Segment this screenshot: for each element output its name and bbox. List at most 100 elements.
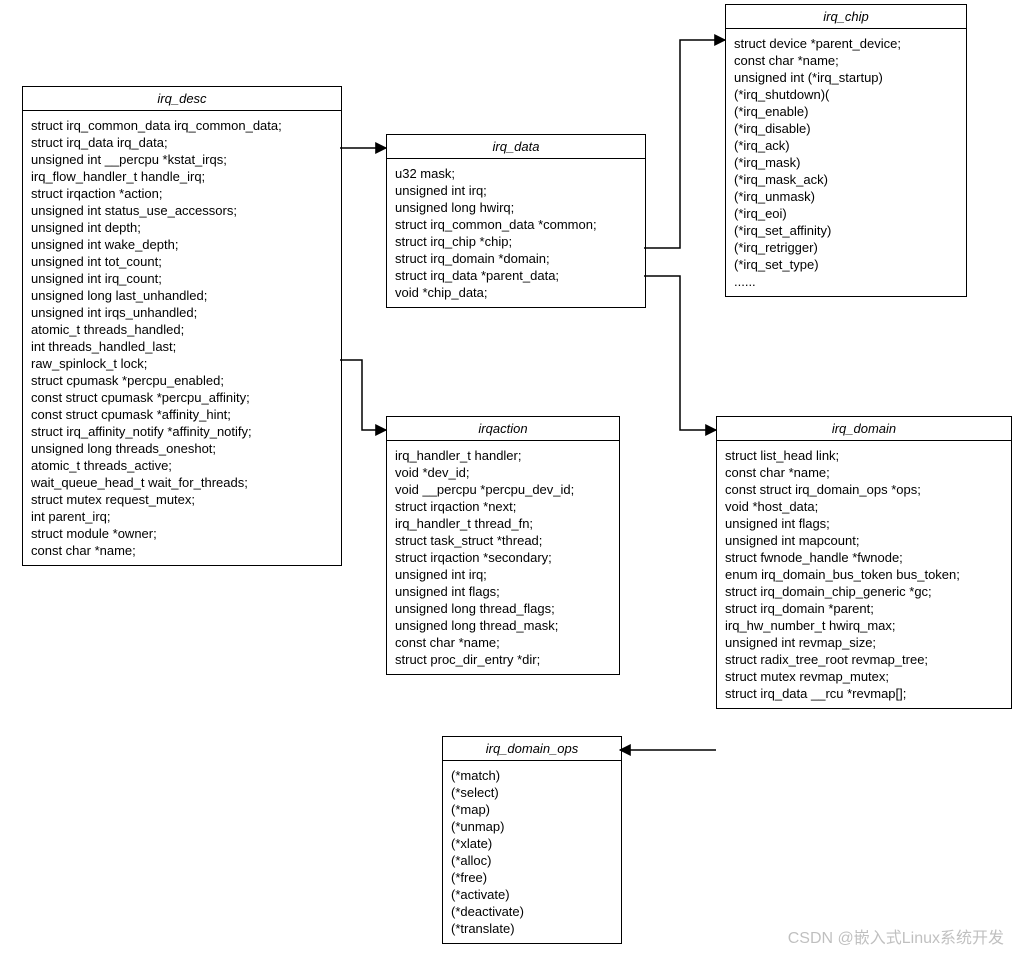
struct-field: (*irq_mask)	[734, 154, 958, 171]
struct-field: (*free)	[451, 869, 613, 886]
struct-field: irq_flow_handler_t handle_irq;	[31, 168, 333, 185]
box-irq-domain-title: irq_domain	[717, 417, 1011, 441]
watermark: CSDN @嵌入式Linux系统开发	[788, 924, 1004, 948]
struct-field: const char *name;	[31, 542, 333, 559]
struct-field: wait_queue_head_t wait_for_threads;	[31, 474, 333, 491]
struct-field: struct irqaction *secondary;	[395, 549, 611, 566]
struct-field: struct task_struct *thread;	[395, 532, 611, 549]
box-irq-chip-title: irq_chip	[726, 5, 966, 29]
struct-field: unsigned int __percpu *kstat_irqs;	[31, 151, 333, 168]
struct-field: unsigned int flags;	[725, 515, 1003, 532]
struct-field: (*irq_set_affinity)	[734, 222, 958, 239]
struct-field: void *chip_data;	[395, 284, 637, 301]
struct-field: (*activate)	[451, 886, 613, 903]
struct-field: struct irq_chip *chip;	[395, 233, 637, 250]
box-irq-domain: irq_domain struct list_head link;const c…	[716, 416, 1012, 709]
struct-field: const char *name;	[734, 52, 958, 69]
struct-field: unsigned int irqs_unhandled;	[31, 304, 333, 321]
struct-field: ......	[734, 273, 958, 290]
struct-field: atomic_t threads_active;	[31, 457, 333, 474]
struct-field: (*deactivate)	[451, 903, 613, 920]
struct-field: (*match)	[451, 767, 613, 784]
box-irq-data-title: irq_data	[387, 135, 645, 159]
struct-field: unsigned long hwirq;	[395, 199, 637, 216]
box-irq-desc-title: irq_desc	[23, 87, 341, 111]
struct-field: u32 mask;	[395, 165, 637, 182]
struct-field: struct irqaction *action;	[31, 185, 333, 202]
struct-field: struct fwnode_handle *fwnode;	[725, 549, 1003, 566]
struct-field: int threads_handled_last;	[31, 338, 333, 355]
struct-field: unsigned int wake_depth;	[31, 236, 333, 253]
struct-field: (*unmap)	[451, 818, 613, 835]
struct-field: struct irq_domain *domain;	[395, 250, 637, 267]
struct-field: irq_hw_number_t hwirq_max;	[725, 617, 1003, 634]
struct-field: const struct cpumask *affinity_hint;	[31, 406, 333, 423]
struct-field: struct irq_common_data *common;	[395, 216, 637, 233]
struct-field: struct device *parent_device;	[734, 35, 958, 52]
struct-field: (*translate)	[451, 920, 613, 937]
struct-field: unsigned int depth;	[31, 219, 333, 236]
struct-field: unsigned int revmap_size;	[725, 634, 1003, 651]
box-irq-desc: irq_desc struct irq_common_data irq_comm…	[22, 86, 342, 566]
box-irqaction: irqaction irq_handler_t handler;void *de…	[386, 416, 620, 675]
struct-field: struct radix_tree_root revmap_tree;	[725, 651, 1003, 668]
struct-field: (*irq_ack)	[734, 137, 958, 154]
box-irqaction-title: irqaction	[387, 417, 619, 441]
struct-field: unsigned long threads_oneshot;	[31, 440, 333, 457]
struct-field: unsigned long thread_flags;	[395, 600, 611, 617]
struct-field: unsigned long last_unhandled;	[31, 287, 333, 304]
struct-field: struct irq_data *parent_data;	[395, 267, 637, 284]
struct-field: (*irq_enable)	[734, 103, 958, 120]
struct-field: int parent_irq;	[31, 508, 333, 525]
struct-field: const struct irq_domain_ops *ops;	[725, 481, 1003, 498]
box-irq-chip: irq_chip struct device *parent_device;co…	[725, 4, 967, 297]
struct-field: (*irq_retrigger)	[734, 239, 958, 256]
struct-field: struct irq_data __rcu *revmap[];	[725, 685, 1003, 702]
struct-field: (*irq_shutdown)(	[734, 86, 958, 103]
struct-field: void *dev_id;	[395, 464, 611, 481]
struct-field: (*select)	[451, 784, 613, 801]
struct-field: unsigned int irq;	[395, 182, 637, 199]
box-irqaction-body: irq_handler_t handler;void *dev_id;void …	[387, 441, 619, 674]
struct-field: unsigned int tot_count;	[31, 253, 333, 270]
struct-field: irq_handler_t thread_fn;	[395, 515, 611, 532]
struct-field: struct module *owner;	[31, 525, 333, 542]
struct-field: unsigned long thread_mask;	[395, 617, 611, 634]
struct-field: struct irq_data irq_data;	[31, 134, 333, 151]
box-irq-domain-body: struct list_head link;const char *name;c…	[717, 441, 1011, 708]
struct-field: struct mutex request_mutex;	[31, 491, 333, 508]
struct-field: (*alloc)	[451, 852, 613, 869]
struct-field: unsigned int irq;	[395, 566, 611, 583]
box-irq-data: irq_data u32 mask;unsigned int irq;unsig…	[386, 134, 646, 308]
struct-field: raw_spinlock_t lock;	[31, 355, 333, 372]
box-irq-domain-ops-body: (*match)(*select)(*map)(*unmap)(*xlate)(…	[443, 761, 621, 943]
struct-field: const char *name;	[395, 634, 611, 651]
struct-field: unsigned int irq_count;	[31, 270, 333, 287]
box-irq-domain-ops: irq_domain_ops (*match)(*select)(*map)(*…	[442, 736, 622, 944]
struct-field: struct mutex revmap_mutex;	[725, 668, 1003, 685]
box-irq-data-body: u32 mask;unsigned int irq;unsigned long …	[387, 159, 645, 307]
struct-field: unsigned int status_use_accessors;	[31, 202, 333, 219]
struct-field: struct proc_dir_entry *dir;	[395, 651, 611, 668]
struct-field: (*irq_set_type)	[734, 256, 958, 273]
struct-field: struct irq_common_data irq_common_data;	[31, 117, 333, 134]
struct-field: (*irq_disable)	[734, 120, 958, 137]
struct-field: struct irq_domain *parent;	[725, 600, 1003, 617]
struct-field: unsigned int mapcount;	[725, 532, 1003, 549]
struct-field: enum irq_domain_bus_token bus_token;	[725, 566, 1003, 583]
box-irq-desc-body: struct irq_common_data irq_common_data;s…	[23, 111, 341, 565]
struct-field: const struct cpumask *percpu_affinity;	[31, 389, 333, 406]
struct-field: (*irq_eoi)	[734, 205, 958, 222]
struct-field: atomic_t threads_handled;	[31, 321, 333, 338]
struct-field: (*irq_unmask)	[734, 188, 958, 205]
struct-field: struct cpumask *percpu_enabled;	[31, 372, 333, 389]
struct-field: void *host_data;	[725, 498, 1003, 515]
box-irq-chip-body: struct device *parent_device;const char …	[726, 29, 966, 296]
struct-field: struct irq_domain_chip_generic *gc;	[725, 583, 1003, 600]
struct-field: unsigned int (*irq_startup)	[734, 69, 958, 86]
box-irq-domain-ops-title: irq_domain_ops	[443, 737, 621, 761]
struct-field: unsigned int flags;	[395, 583, 611, 600]
struct-field: (*irq_mask_ack)	[734, 171, 958, 188]
struct-field: const char *name;	[725, 464, 1003, 481]
struct-field: (*map)	[451, 801, 613, 818]
